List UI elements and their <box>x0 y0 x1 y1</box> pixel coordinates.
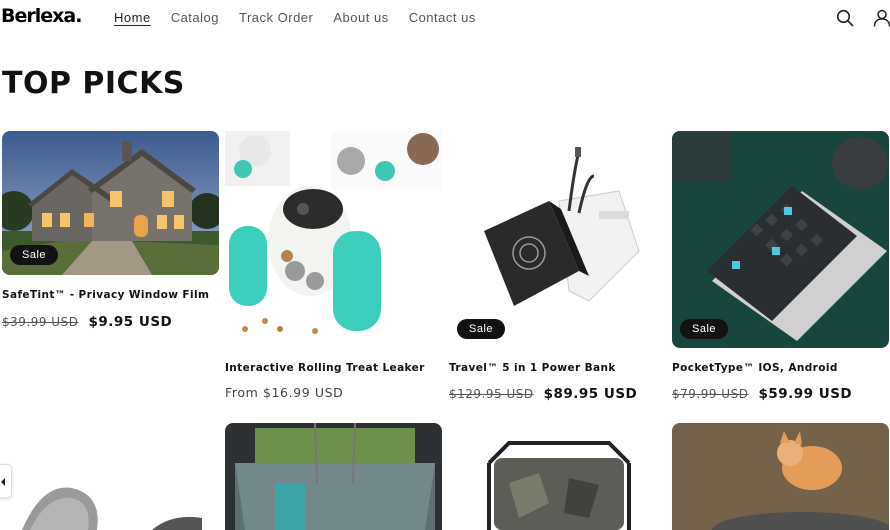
account-icon <box>873 9 890 27</box>
price-original: $39.99 USD <box>2 315 79 329</box>
price-sale: $9.95 USD <box>88 314 173 330</box>
price-original: $129.95 USD <box>449 387 534 401</box>
main-nav: Home Catalog Track Order About us Contac… <box>114 10 496 25</box>
product-image[interactable] <box>672 131 889 348</box>
car-seat-cover-photo <box>225 423 442 530</box>
search-icon <box>836 9 854 27</box>
product-image[interactable] <box>449 423 666 530</box>
product-card[interactable] <box>449 423 666 530</box>
product-card[interactable]: Sale SafeTint™ - Privacy Window Film $39… <box>2 131 219 331</box>
product-image[interactable] <box>449 131 666 348</box>
price-sale: $59.99 USD <box>758 386 853 402</box>
product-title[interactable]: Travel™ 5 in 1 Power Bank <box>449 362 616 374</box>
product-image[interactable] <box>225 131 442 348</box>
nav-about-us[interactable]: About us <box>333 10 388 25</box>
nav-track-order[interactable]: Track Order <box>239 10 313 25</box>
product-image[interactable] <box>225 423 442 530</box>
carousel-prev-button[interactable] <box>0 464 12 498</box>
cooler-chair-photo <box>449 423 666 530</box>
product-price: $129.95 USD $89.95 USD <box>449 383 637 402</box>
chevron-left-icon <box>1 478 5 486</box>
nav-contact-us[interactable]: Contact us <box>409 10 476 25</box>
product-title[interactable]: SafeTint™ - Privacy Window Film <box>2 289 209 301</box>
nav-catalog[interactable]: Catalog <box>171 10 219 25</box>
treat-toy-photo <box>225 131 442 348</box>
product-card[interactable]: Interactive Rolling Treat Leaker From $1… <box>225 131 442 401</box>
product-card[interactable] <box>672 423 889 530</box>
pillow-photo <box>2 423 219 530</box>
price-sale: $89.95 USD <box>543 386 638 402</box>
product-price: $39.99 USD $9.95 USD <box>2 311 172 330</box>
site-header: Berlexa. Home Catalog Track Order About … <box>0 0 890 36</box>
section-title: TOP PICKS <box>2 66 185 101</box>
power-bank-photo <box>449 131 666 348</box>
product-price: From $16.99 USD <box>225 382 343 401</box>
product-title[interactable]: PocketType™ IOS, Android <box>672 362 838 374</box>
price-original: $79.99 USD <box>672 387 749 401</box>
sale-badge: Sale <box>457 319 506 339</box>
product-image[interactable] <box>2 423 219 530</box>
cat-toy-photo <box>672 423 889 530</box>
product-card[interactable] <box>2 423 219 530</box>
product-card[interactable] <box>225 423 442 530</box>
sale-badge: Sale <box>680 319 729 339</box>
product-image[interactable] <box>672 423 889 530</box>
product-price: $79.99 USD $59.99 USD <box>672 383 852 402</box>
product-card[interactable]: Sale Travel™ 5 in 1 Power Bank $129.95 U… <box>449 131 666 402</box>
sale-badge: Sale <box>10 245 59 265</box>
price-from: From $16.99 USD <box>225 385 344 400</box>
account-button[interactable] <box>873 9 890 27</box>
nav-home[interactable]: Home <box>114 10 151 25</box>
product-card[interactable]: Sale PocketType™ IOS, Android $79.99 USD… <box>672 131 889 402</box>
keyboard-photo <box>672 131 889 348</box>
site-logo[interactable]: Berlexa. <box>1 5 82 27</box>
search-button[interactable] <box>836 9 854 27</box>
product-title[interactable]: Interactive Rolling Treat Leaker <box>225 362 425 374</box>
